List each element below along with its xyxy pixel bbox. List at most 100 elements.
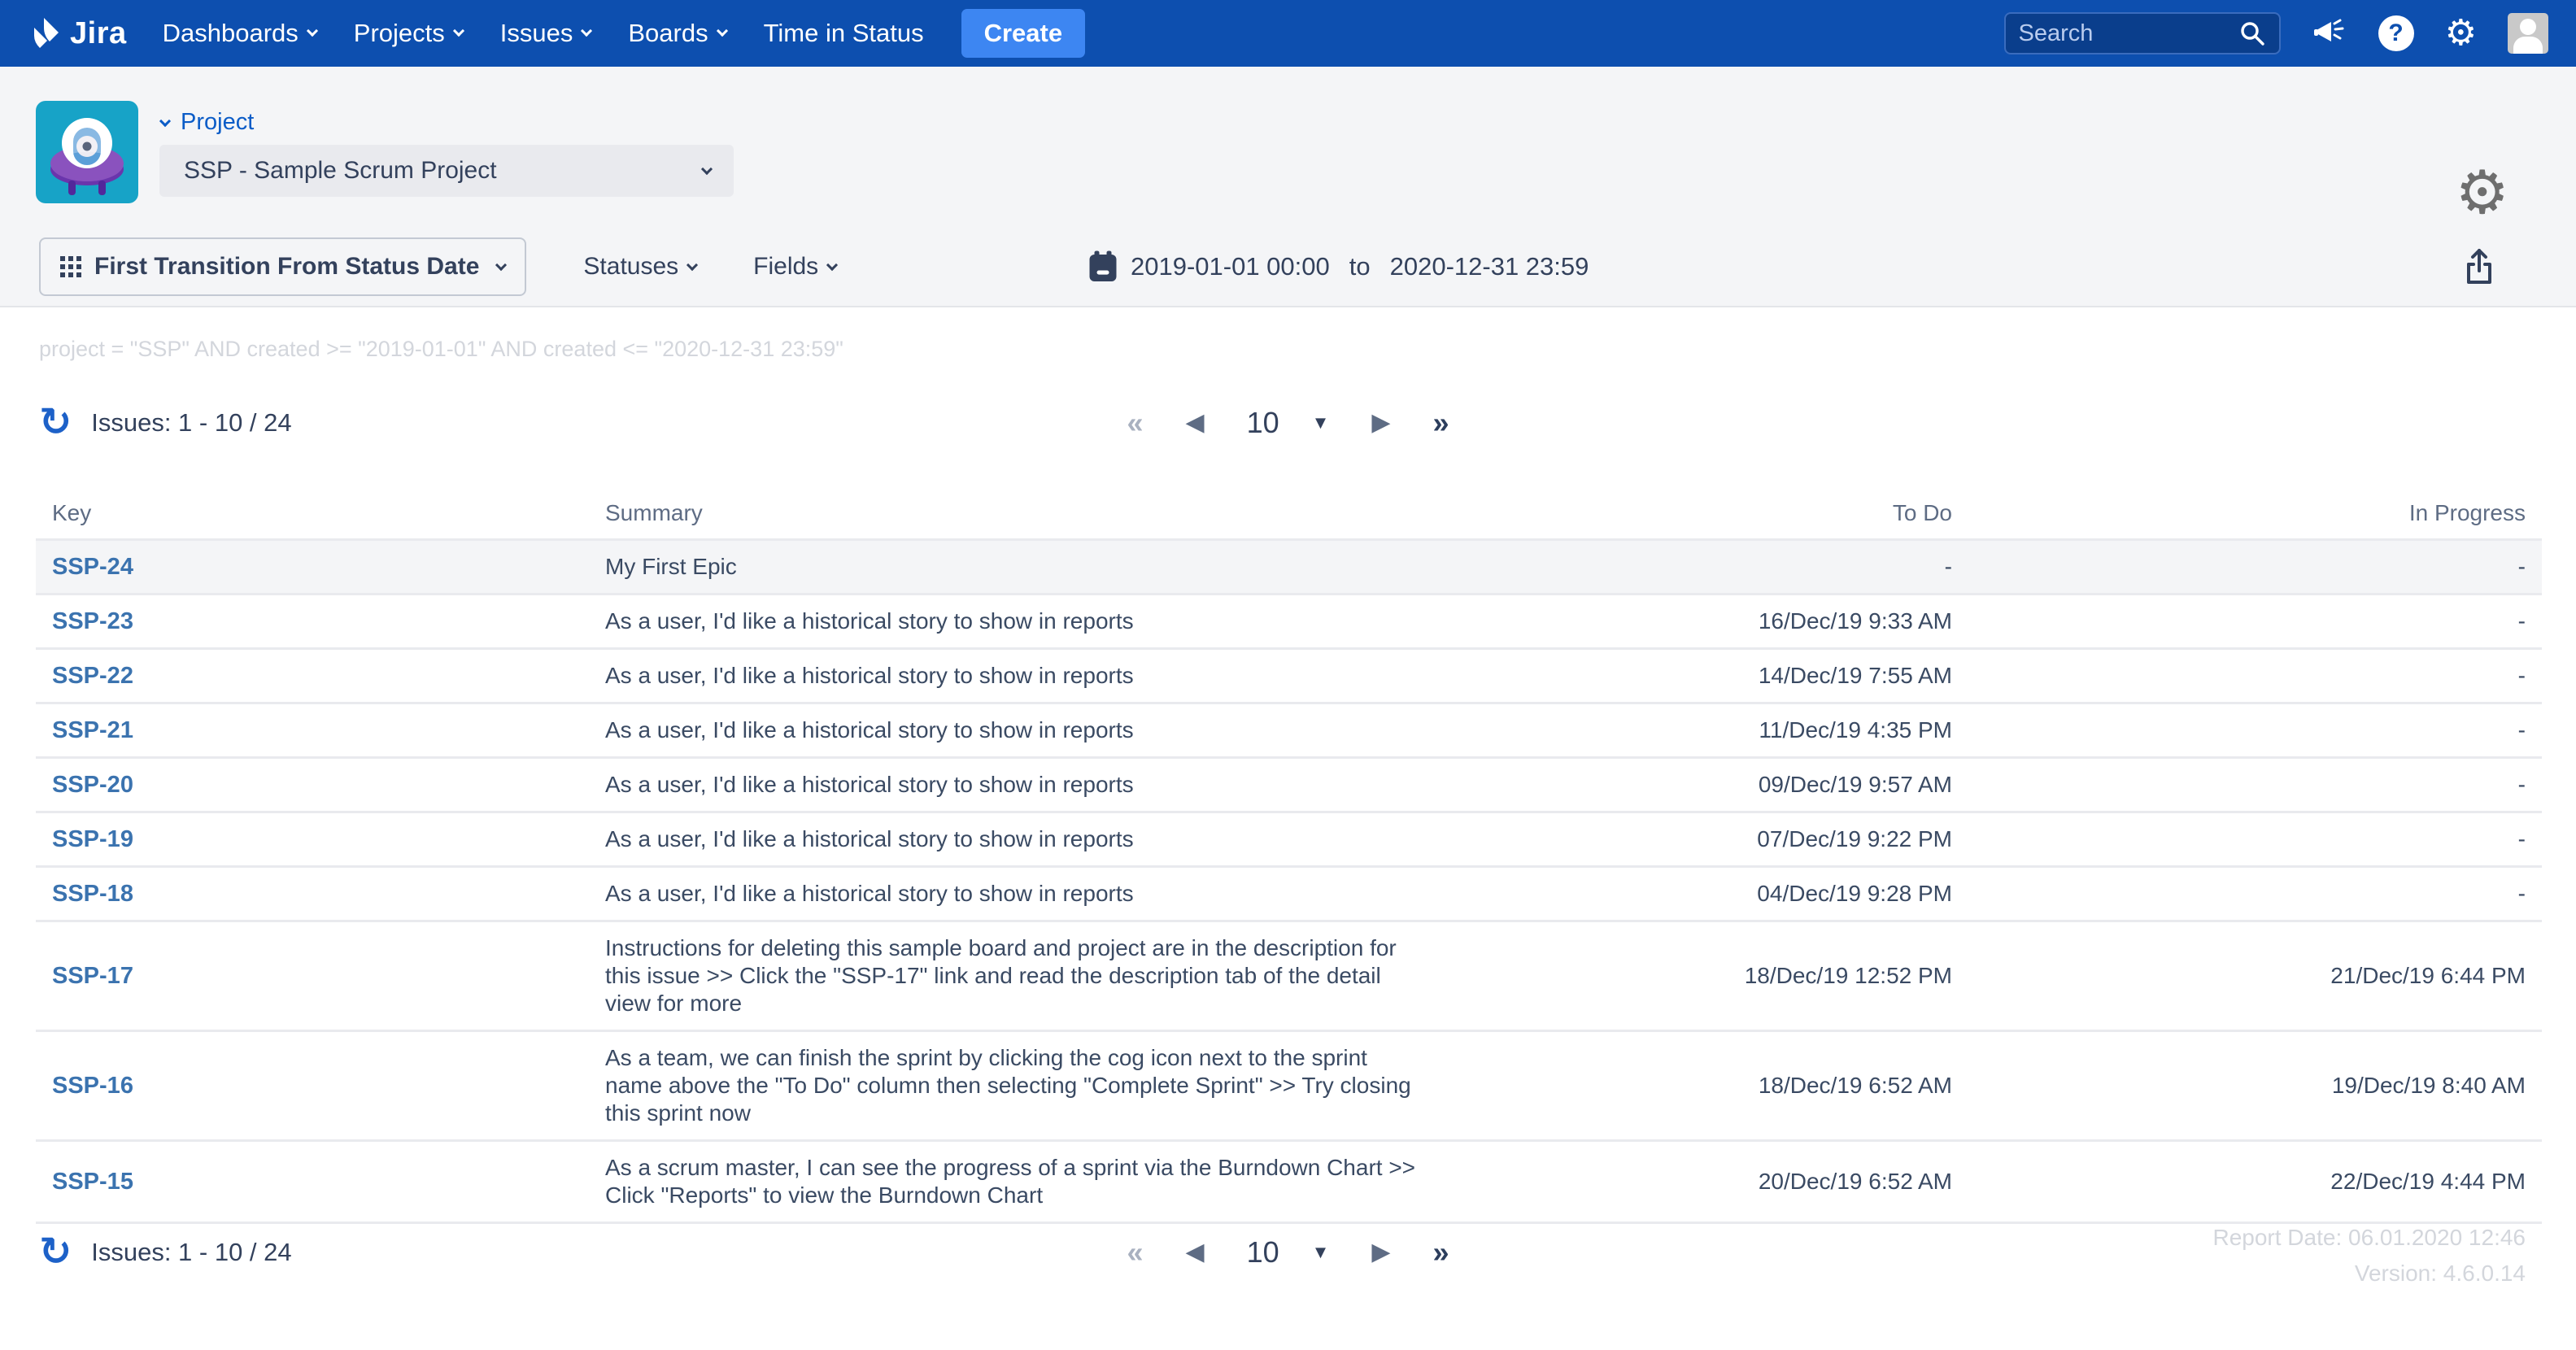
issue-key-link[interactable]: SSP-18	[52, 881, 133, 907]
issues-bar-bottom: ↻ Issues: 1 - 10 / 24 « ◀ 10 ▼ ▶ »	[39, 1228, 2537, 1277]
jql-query-text: project = "SSP" AND created >= "2019-01-…	[39, 337, 843, 362]
issue-key-link[interactable]: SSP-21	[52, 717, 133, 743]
issues-bar-top: ↻ Issues: 1 - 10 / 24 « ◀ 10 ▼ ▶ »	[39, 398, 2537, 447]
issue-key-link[interactable]: SSP-22	[52, 663, 133, 689]
next-page-button[interactable]: ▶	[1371, 411, 1390, 435]
issue-key-link[interactable]: SSP-17	[52, 963, 133, 989]
fields-dropdown[interactable]: Fields	[753, 253, 836, 281]
pagination-bottom: « ◀ 10 ▼ ▶ »	[1127, 1235, 1449, 1269]
chevron-down-icon	[826, 259, 838, 271]
last-page-button[interactable]: »	[1432, 1238, 1449, 1267]
nav-item-issues[interactable]: Issues	[500, 19, 591, 48]
todo-value: 18/Dec/19 6:52 AM	[1464, 1072, 1952, 1100]
table-row: SSP-23 As a user, I'd like a historical …	[36, 593, 2542, 647]
create-button[interactable]: Create	[961, 9, 1086, 58]
todo-value: 20/Dec/19 6:52 AM	[1464, 1168, 1952, 1195]
issue-key-link[interactable]: SSP-24	[52, 554, 133, 580]
column-header-summary: Summary	[573, 500, 1464, 526]
table-header-row: Key Summary To Do In Progress	[36, 488, 2542, 538]
todo-value: 11/Dec/19 4:35 PM	[1464, 716, 1952, 744]
prev-page-button[interactable]: ◀	[1186, 1240, 1205, 1265]
help-icon[interactable]: ?	[2378, 15, 2414, 51]
project-select[interactable]: SSP - Sample Scrum Project	[159, 145, 734, 197]
report-type-button[interactable]: First Transition From Status Date	[39, 237, 526, 296]
issues-count: Issues: 1 - 10 / 24	[91, 408, 291, 438]
issue-key-link[interactable]: SSP-19	[52, 826, 133, 852]
chevron-down-icon	[495, 259, 507, 271]
inprogress-value: -	[1952, 608, 2526, 635]
issue-summary: As a user, I'd like a historical story t…	[573, 716, 1423, 744]
column-header-todo: To Do	[1464, 500, 1952, 526]
todo-value: 18/Dec/19 12:52 PM	[1464, 962, 1952, 990]
inprogress-value: 21/Dec/19 6:44 PM	[1952, 962, 2526, 990]
page-size-dropdown[interactable]: 10 ▼	[1247, 1235, 1330, 1269]
search-icon	[2238, 20, 2266, 47]
calendar-icon	[1088, 250, 1118, 283]
date-from-field[interactable]: 2019-01-01 00:00	[1131, 252, 1330, 281]
first-page-button[interactable]: «	[1127, 408, 1143, 438]
issues-table: Key Summary To Do In Progress SSP-24 My …	[36, 488, 2542, 1224]
next-page-button[interactable]: ▶	[1371, 1240, 1390, 1265]
caret-down-icon: ▼	[1312, 1242, 1330, 1263]
issue-key-link[interactable]: SSP-20	[52, 772, 133, 798]
column-header-inprogress: In Progress	[1952, 500, 2526, 526]
search-box[interactable]	[2004, 12, 2281, 54]
issue-summary: As a user, I'd like a historical story t…	[573, 880, 1423, 908]
user-avatar[interactable]	[2508, 13, 2548, 54]
search-input[interactable]	[2019, 20, 2230, 47]
grid-icon	[60, 256, 81, 277]
report-date: Report Date: 06.01.2020 12:46	[2212, 1220, 2526, 1256]
table-row: SSP-21 As a user, I'd like a historical …	[36, 702, 2542, 756]
inprogress-value: -	[1952, 825, 2526, 853]
report-header: Project SSP - Sample Scrum Project ⚙ Fir…	[0, 67, 2576, 307]
chevron-down-icon	[453, 25, 464, 37]
inprogress-value: -	[1952, 662, 2526, 690]
chevron-down-icon	[701, 163, 713, 175]
date-to-word: to	[1343, 252, 1377, 281]
export-icon[interactable]	[2462, 246, 2496, 287]
pagination-top: « ◀ 10 ▼ ▶ »	[1127, 406, 1449, 440]
inprogress-value: -	[1952, 771, 2526, 799]
page-size-dropdown[interactable]: 10 ▼	[1247, 406, 1330, 440]
todo-value: 04/Dec/19 9:28 PM	[1464, 880, 1952, 908]
table-row: SSP-15 As a scrum master, I can see the …	[36, 1139, 2542, 1224]
issue-summary: As a team, we can finish the sprint by c…	[573, 1044, 1423, 1127]
issue-key-link[interactable]: SSP-16	[52, 1073, 133, 1099]
issue-summary: As a user, I'd like a historical story t…	[573, 662, 1423, 690]
issue-summary: As a scrum master, I can see the progres…	[573, 1154, 1423, 1209]
refresh-icon[interactable]: ↻	[39, 1233, 72, 1272]
first-page-button[interactable]: «	[1127, 1238, 1143, 1267]
nav-item-projects[interactable]: Projects	[354, 19, 463, 48]
jira-logo[interactable]: Jira	[24, 15, 127, 52]
nav-item-dashboards[interactable]: Dashboards	[163, 19, 316, 48]
nav-item-boards[interactable]: Boards	[628, 19, 726, 48]
issue-key-link[interactable]: SSP-23	[52, 608, 133, 634]
inprogress-value: 22/Dec/19 4:44 PM	[1952, 1168, 2526, 1195]
issue-key-link[interactable]: SSP-15	[52, 1169, 133, 1195]
refresh-icon[interactable]: ↻	[39, 403, 72, 442]
navbar-right: ? ⚙	[2004, 12, 2548, 54]
issues-count: Issues: 1 - 10 / 24	[91, 1238, 291, 1267]
date-to-field[interactable]: 2020-12-31 23:59	[1390, 252, 1589, 281]
table-row: SSP-19 As a user, I'd like a historical …	[36, 811, 2542, 865]
announcement-icon[interactable]	[2312, 17, 2347, 50]
issue-summary: As a user, I'd like a historical story t…	[573, 608, 1423, 635]
last-page-button[interactable]: »	[1432, 408, 1449, 438]
filter-row: First Transition From Status Date Status…	[39, 236, 2537, 298]
todo-value: 09/Dec/19 9:57 AM	[1464, 771, 1952, 799]
chevron-down-icon	[717, 25, 728, 37]
statuses-dropdown[interactable]: Statuses	[583, 253, 696, 281]
nav-item-time-in-status[interactable]: Time in Status	[764, 19, 924, 48]
table-row: SSP-22 As a user, I'd like a historical …	[36, 647, 2542, 702]
report-meta: Report Date: 06.01.2020 12:46 Version: 4…	[2212, 1220, 2526, 1291]
project-section-toggle[interactable]: Project	[161, 109, 254, 136]
todo-value: 16/Dec/19 9:33 AM	[1464, 608, 1952, 635]
report-settings-gear-icon[interactable]: ⚙	[2456, 163, 2509, 223]
inprogress-value: 19/Dec/19 8:40 AM	[1952, 1072, 2526, 1100]
table-row: SSP-24 My First Epic - -	[36, 538, 2542, 593]
table-row: SSP-16 As a team, we can finish the spri…	[36, 1030, 2542, 1139]
gear-icon[interactable]: ⚙	[2445, 15, 2477, 51]
prev-page-button[interactable]: ◀	[1186, 411, 1205, 435]
table-row: SSP-18 As a user, I'd like a historical …	[36, 865, 2542, 920]
date-range: 2019-01-01 00:00 to 2020-12-31 23:59	[1088, 250, 1589, 283]
